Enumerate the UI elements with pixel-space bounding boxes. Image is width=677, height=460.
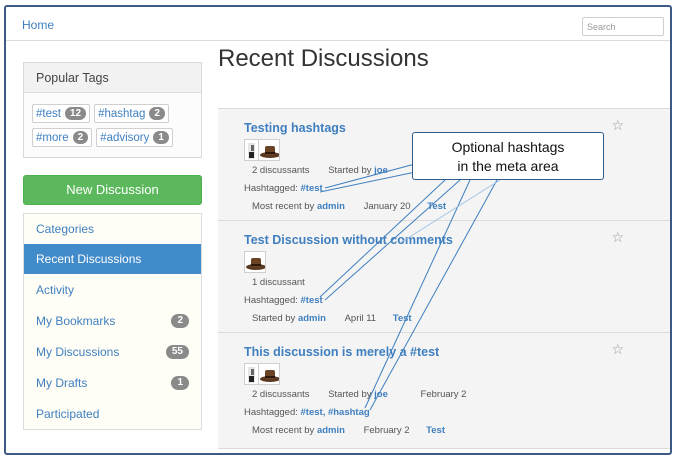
home-link[interactable]: Home xyxy=(22,18,54,32)
sidebar-item-my-bookmarks[interactable]: My Bookmarks 2 xyxy=(24,306,201,336)
discussion-date: January 20 xyxy=(363,201,411,212)
discussion-date: February 2 xyxy=(363,425,410,436)
tag-advisory[interactable]: #advisory 1 xyxy=(96,128,173,147)
discussion-date: February 2 xyxy=(420,389,467,400)
started-by-user[interactable]: admin xyxy=(298,313,326,324)
discussion-date: April 11 xyxy=(344,313,377,324)
sidebar-item-my-discussions[interactable]: My Discussions 55 xyxy=(24,337,201,367)
started-by-user[interactable]: joe xyxy=(374,165,388,176)
avatar[interactable] xyxy=(258,139,280,161)
sidebar-nav: Categories Recent Discussions Activity M… xyxy=(23,213,202,430)
discussant-count: 2 discussants xyxy=(252,165,310,176)
hashtag-link[interactable]: #test xyxy=(301,183,323,194)
annotation-callout: Optional hashtags in the meta area xyxy=(412,132,604,180)
discussion-title[interactable]: Testing hashtags xyxy=(244,121,346,135)
hashtag-link[interactable]: #test xyxy=(301,295,323,306)
tag-count: 12 xyxy=(64,107,87,120)
sidebar-item-participated[interactable]: Participated xyxy=(24,399,201,429)
tag-more[interactable]: #more 2 xyxy=(32,128,93,147)
discussion-title[interactable]: This discussion is merely a #test xyxy=(244,345,439,359)
started-by-user[interactable]: joe xyxy=(374,389,388,400)
count-badge: 1 xyxy=(171,376,189,390)
count-badge: 2 xyxy=(171,314,189,328)
recent-user[interactable]: admin xyxy=(317,425,345,436)
sidebar-item-recent-discussions[interactable]: Recent Discussions xyxy=(24,244,201,274)
new-discussion-button[interactable]: New Discussion xyxy=(23,175,202,205)
discussant-count: 1 discussant xyxy=(252,277,305,288)
category-link[interactable]: Test xyxy=(427,201,446,212)
discussion-title[interactable]: Test Discussion without comments xyxy=(244,233,453,247)
app-window: Home Popular Tags #test12 #hashtag2 #mor… xyxy=(4,5,672,455)
category-link[interactable]: Test xyxy=(393,313,412,324)
tag-count: 2 xyxy=(149,107,165,120)
bookmark-star-icon[interactable]: ☆ xyxy=(611,117,624,134)
tag-test[interactable]: #test 12 xyxy=(32,104,91,123)
sidebar-item-my-drafts[interactable]: My Drafts 1 xyxy=(24,368,201,398)
tag-count: 1 xyxy=(153,131,169,144)
sidebar-item-categories[interactable]: Categories xyxy=(24,214,201,244)
avatar[interactable] xyxy=(258,363,280,385)
hashtag-link[interactable]: #test, #hashtag xyxy=(301,407,370,418)
popular-tags-panel: Popular Tags #test 12 #hashtag 2 #more 2 #a… xyxy=(23,62,202,158)
page-title: Recent Discussions xyxy=(218,45,429,72)
discussion-item: Test Discussion without comments ☆ 1 dis… xyxy=(218,221,670,333)
bookmark-star-icon[interactable]: ☆ xyxy=(611,341,624,358)
recent-user[interactable]: admin xyxy=(317,201,345,212)
discussant-count: 2 discussants xyxy=(252,389,310,400)
tag-count: 2 xyxy=(72,131,89,144)
tag-hashtag[interactable]: #hashtag 2 xyxy=(94,104,169,123)
discussion-item: This discussion is merely a #test ☆ 2 di… xyxy=(218,333,670,449)
avatar[interactable] xyxy=(244,251,266,273)
count-badge: 55 xyxy=(165,345,189,359)
popular-tags-title: Popular Tags xyxy=(24,63,201,93)
sidebar-item-activity[interactable]: Activity xyxy=(24,275,201,305)
search-input[interactable] xyxy=(582,17,664,36)
bookmark-star-icon[interactable]: ☆ xyxy=(611,229,624,246)
top-bar: Home xyxy=(6,7,670,41)
category-link[interactable]: Test xyxy=(426,425,445,436)
